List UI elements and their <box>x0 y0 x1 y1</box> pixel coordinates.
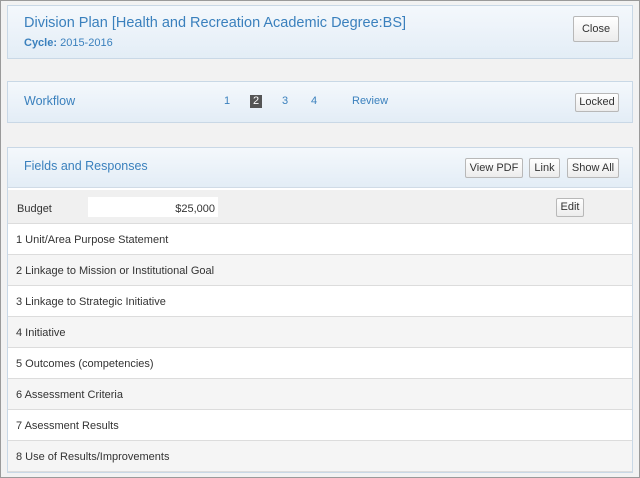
locked-button[interactable]: Locked <box>575 93 619 112</box>
field-row[interactable]: 5 Outcomes (competencies) <box>8 348 632 379</box>
field-row[interactable]: 6 Assessment Criteria <box>8 379 632 410</box>
workflow-title: Workflow <box>24 94 76 108</box>
field-row[interactable]: 8 Use of Results/Improvements <box>8 441 632 472</box>
field-label: 3 Linkage to Strategic Initiative <box>16 296 166 308</box>
fields-title: Fields and Responses <box>24 159 148 173</box>
cycle-value: 2015-2016 <box>57 37 113 49</box>
workflow-step-4[interactable]: 4 <box>311 95 317 108</box>
workflow-step-review[interactable]: Review <box>352 95 388 108</box>
show-all-button[interactable]: Show All <box>567 158 619 178</box>
fields-panel: Fields and Responses View PDF Link Show … <box>7 147 633 473</box>
view-pdf-button[interactable]: View PDF <box>465 158 523 178</box>
plan-header-panel: Division Plan [Health and Recreation Aca… <box>7 5 633 59</box>
field-row[interactable]: 2 Linkage to Mission or Institutional Go… <box>8 255 632 286</box>
workflow-panel: Workflow 1 2 3 4 Review Locked <box>7 81 633 123</box>
field-label: 7 Asessment Results <box>16 420 119 432</box>
cycle-info: Cycle: 2015-2016 <box>24 37 113 49</box>
workflow-header: Workflow 1 2 3 4 Review Locked <box>8 82 632 122</box>
field-label: 5 Outcomes (competencies) <box>16 358 154 370</box>
field-label: 2 Linkage to Mission or Institutional Go… <box>16 265 215 277</box>
budget-row: Budget $25,000 Edit <box>8 190 632 224</box>
field-label: 1 Unit/Area Purpose Statement <box>16 234 169 246</box>
field-label: 6 Assessment Criteria <box>16 389 123 401</box>
cycle-label: Cycle: <box>24 37 58 49</box>
budget-value: $25,000 <box>175 203 215 215</box>
edit-budget-button[interactable]: Edit <box>556 198 584 217</box>
page-title: Division Plan [Health and Recreation Aca… <box>24 15 407 31</box>
field-row[interactable]: 3 Linkage to Strategic Initiative <box>8 286 632 317</box>
link-button[interactable]: Link <box>529 158 560 178</box>
fields-header: Fields and Responses View PDF Link Show … <box>8 148 632 188</box>
workflow-step-3[interactable]: 3 <box>282 95 288 108</box>
workflow-step-1[interactable]: 1 <box>224 95 230 108</box>
plan-header: Division Plan [Health and Recreation Aca… <box>8 6 632 58</box>
budget-value-box: $25,000 <box>88 197 218 217</box>
workflow-step-2-active[interactable]: 2 <box>250 95 262 108</box>
field-row[interactable]: 1 Unit/Area Purpose Statement <box>8 224 632 255</box>
budget-label: Budget <box>17 203 52 215</box>
window-frame: Division Plan [Health and Recreation Aca… <box>0 0 640 478</box>
field-label: 4 Initiative <box>16 327 66 339</box>
field-row[interactable]: 4 Initiative <box>8 317 632 348</box>
close-button[interactable]: Close <box>573 16 619 42</box>
field-label: 8 Use of Results/Improvements <box>16 451 170 463</box>
field-row[interactable]: 7 Asessment Results <box>8 410 632 441</box>
